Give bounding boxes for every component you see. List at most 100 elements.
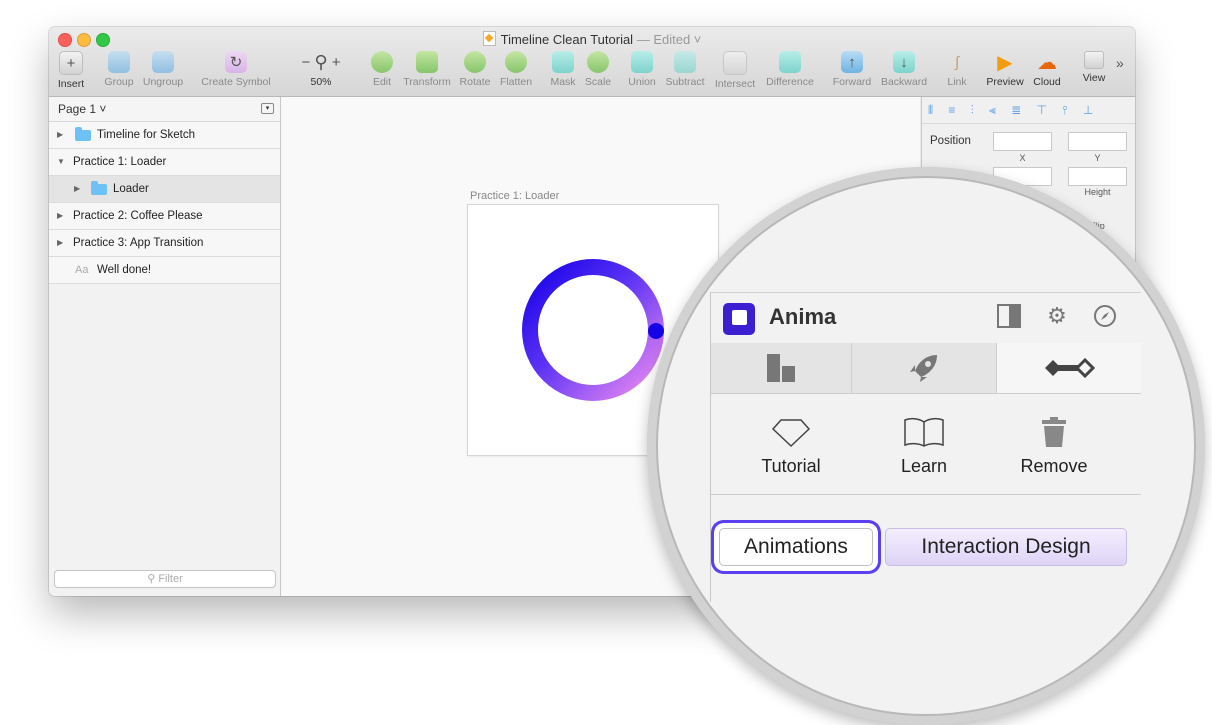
- group-icon: [108, 51, 130, 73]
- subtract-button[interactable]: Subtract: [660, 51, 710, 88]
- layer-label: Practice 1: Loader: [73, 156, 167, 168]
- diamond-icon: [771, 419, 811, 448]
- tab-timeline[interactable]: [997, 343, 1141, 393]
- anima-panel: Anima ⚙ Tutorial Learn Remove Animations…: [710, 292, 1141, 602]
- link-label: Link: [947, 76, 967, 88]
- edit-button[interactable]: Edit: [357, 51, 407, 88]
- page-selector[interactable]: Page 1 ˅ ▾: [49, 97, 280, 122]
- zoom-control[interactable]: − ⚲ + 50%: [291, 51, 351, 89]
- intersect-button[interactable]: Intersect: [710, 51, 760, 90]
- view-label: View: [1082, 72, 1106, 84]
- ungroup-button[interactable]: Ungroup: [138, 51, 188, 88]
- gear-icon[interactable]: ⚙: [1045, 304, 1069, 328]
- animations-button[interactable]: Animations: [719, 528, 873, 566]
- anima-logo-icon: [723, 303, 755, 335]
- layer-label: Loader: [113, 183, 149, 195]
- sketch-document-icon: [482, 31, 496, 46]
- window-title: Timeline Clean Tutorial — Edited ˅: [49, 31, 1135, 47]
- backward-button[interactable]: ↓ Backward: [879, 51, 929, 88]
- forward-button[interactable]: ↑ Forward: [827, 51, 877, 88]
- x-caption: X: [1019, 153, 1026, 163]
- layer-item[interactable]: Aa Well done!: [49, 257, 280, 284]
- learn-button[interactable]: Learn: [859, 416, 989, 477]
- zoom-icons: − ⚲ +: [291, 51, 351, 73]
- tab-layout[interactable]: [711, 343, 852, 393]
- difference-icon: [779, 51, 801, 73]
- search-icon: ⚲: [147, 573, 156, 585]
- zoom-out-button[interactable]: −: [301, 54, 310, 71]
- backward-label: Backward: [880, 76, 928, 88]
- difference-label: Difference: [766, 76, 814, 88]
- magnifier-overlay: Anima ⚙ Tutorial Learn Remove Animations…: [647, 167, 1205, 725]
- difference-button[interactable]: Difference: [762, 51, 818, 88]
- zoom-in-button[interactable]: +: [332, 54, 341, 71]
- scale-button[interactable]: Scale: [573, 51, 623, 88]
- transform-label: Transform: [403, 76, 451, 88]
- edited-status[interactable]: — Edited ˅: [637, 32, 702, 47]
- cloud-icon: ☁: [1037, 51, 1057, 74]
- y-caption: Y: [1094, 153, 1101, 163]
- transform-button[interactable]: Transform: [402, 51, 452, 88]
- forward-label: Forward: [832, 76, 872, 88]
- edit-icon: [371, 51, 393, 73]
- layer-item-selected[interactable]: ▶ Loader: [49, 176, 280, 203]
- view-icon: [1084, 51, 1104, 69]
- tab-launch[interactable]: [852, 343, 997, 393]
- disclosure-arrow-icon[interactable]: ▶: [57, 203, 63, 229]
- position-label: Position: [930, 135, 971, 147]
- panel-toggle-icon[interactable]: [997, 304, 1021, 328]
- compass-icon[interactable]: [1093, 304, 1117, 328]
- magnifier-icon: ⚲: [314, 51, 328, 72]
- y-field[interactable]: [1068, 132, 1127, 151]
- group-button[interactable]: Group: [94, 51, 144, 88]
- timeline-icon: [1045, 357, 1095, 379]
- disclosure-arrow-icon[interactable]: ▶: [57, 122, 63, 148]
- interaction-design-button[interactable]: Interaction Design: [885, 528, 1127, 566]
- scale-label: Scale: [584, 76, 612, 88]
- create-symbol-button[interactable]: ↻ Create Symbol: [198, 51, 274, 88]
- subtract-icon: [674, 51, 696, 73]
- page-selector-label: Page 1 ˅: [58, 102, 107, 116]
- symbol-icon: ↻: [225, 51, 247, 73]
- forward-icon: ↑: [841, 51, 863, 73]
- folder-icon: [75, 127, 91, 141]
- flatten-label: Flatten: [499, 76, 533, 88]
- remove-button[interactable]: Remove: [989, 416, 1119, 477]
- plus-icon: +: [59, 51, 83, 75]
- alignment-toolbar[interactable]: ⫴ ≡ ⫶ ⫷ ≣ ⊤ ⫯ ⊥: [922, 97, 1135, 124]
- layer-item[interactable]: ▶ Practice 2: Coffee Please: [49, 203, 280, 230]
- toolbar-overflow-button[interactable]: »: [1116, 55, 1124, 71]
- flatten-button[interactable]: Flatten: [491, 51, 541, 88]
- link-button[interactable]: ∫ Link: [932, 51, 982, 89]
- layer-item[interactable]: ▶ Practice 3: App Transition: [49, 230, 280, 257]
- layer-label: Well done!: [97, 264, 152, 276]
- scale-icon: [587, 51, 609, 73]
- tutorial-button[interactable]: Tutorial: [726, 416, 856, 477]
- rotate-label: Rotate: [459, 76, 491, 88]
- x-field[interactable]: [993, 132, 1052, 151]
- ungroup-icon: [152, 51, 174, 73]
- collapse-pages-icon[interactable]: ▾: [261, 103, 274, 114]
- artboard-label[interactable]: Practice 1: Loader: [470, 190, 559, 202]
- insert-button[interactable]: + Insert: [49, 51, 96, 90]
- remove-label: Remove: [1020, 456, 1088, 476]
- filter-input[interactable]: ⚲ Filter: [54, 570, 276, 588]
- disclosure-arrow-icon[interactable]: ▼: [57, 149, 65, 175]
- layer-item[interactable]: ▼ Practice 1: Loader: [49, 149, 280, 176]
- zoom-value: 50%: [310, 76, 332, 88]
- flatten-icon: [505, 51, 527, 73]
- layer-label: Timeline for Sketch: [97, 129, 195, 141]
- disclosure-arrow-icon[interactable]: ▶: [74, 176, 80, 202]
- cloud-button[interactable]: ☁ Cloud: [1022, 51, 1072, 89]
- mask-label: Mask: [550, 76, 576, 88]
- create-symbol-label: Create Symbol: [201, 76, 271, 88]
- layout-icon: [767, 354, 795, 382]
- filter-placeholder: Filter: [158, 573, 183, 585]
- layer-label: Practice 2: Coffee Please: [73, 210, 203, 222]
- anima-header: Anima ⚙: [711, 292, 1141, 344]
- disclosure-arrow-icon[interactable]: ▶: [57, 230, 63, 256]
- ungroup-label: Ungroup: [142, 76, 184, 88]
- layer-item[interactable]: ▶ Timeline for Sketch: [49, 122, 280, 149]
- insert-label: Insert: [57, 78, 85, 90]
- view-button[interactable]: View: [1069, 51, 1119, 84]
